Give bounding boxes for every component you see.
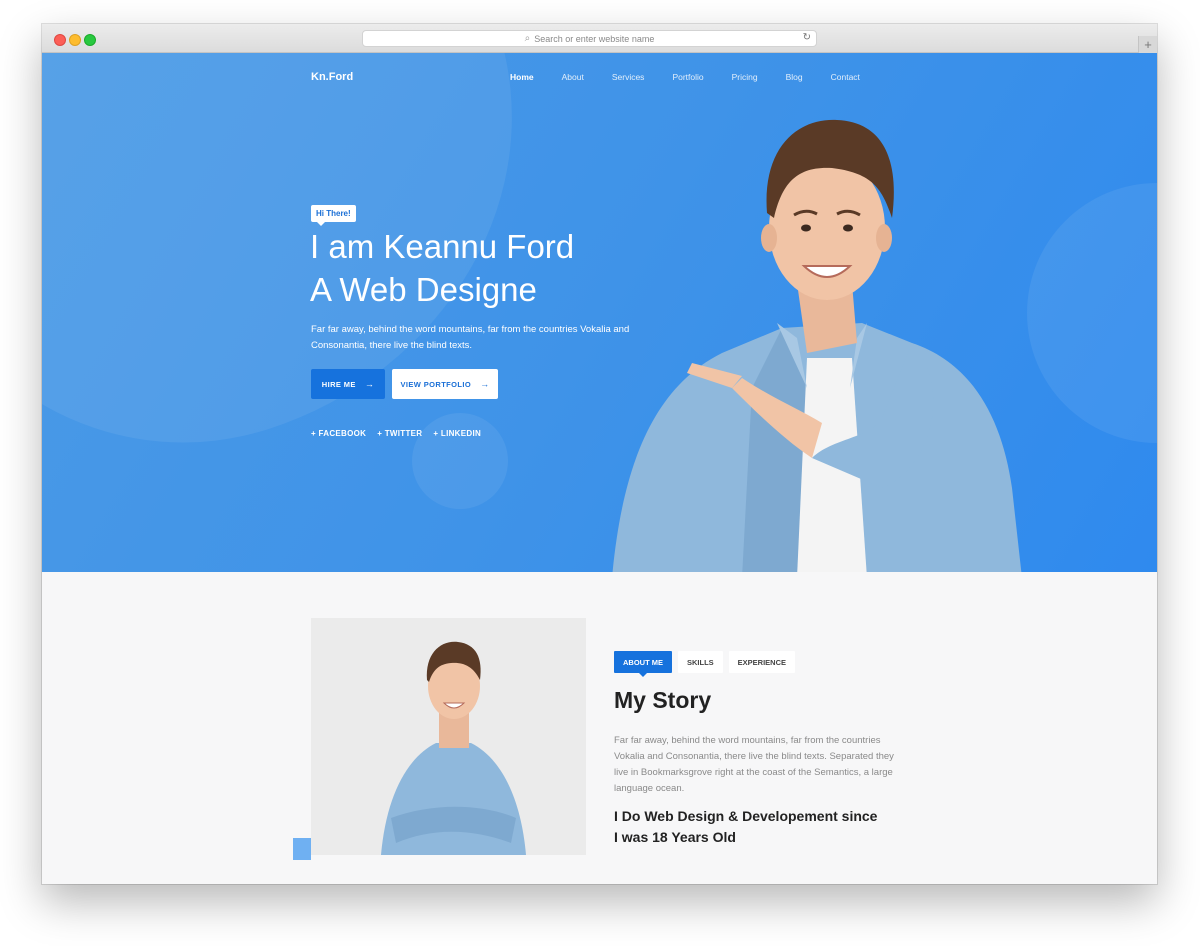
arrow-right-icon: → [364, 379, 375, 389]
tab-skills[interactable]: SKILLS [678, 651, 723, 673]
hire-me-button[interactable]: HIRE ME → [311, 369, 385, 399]
accent-bar [293, 838, 311, 860]
address-bar[interactable]: ⌕ Search or enter website name ↻ [362, 30, 817, 47]
nav-item-about[interactable]: About [562, 72, 584, 82]
social-link-facebook[interactable]: + FACEBOOK [311, 429, 366, 438]
nav-item-home[interactable]: Home [510, 72, 534, 82]
about-portrait [381, 641, 526, 855]
tab-about-me[interactable]: ABOUT ME [614, 651, 672, 677]
about-tabs: ABOUT ME SKILLS EXPERIENCE [614, 651, 801, 677]
tab-experience[interactable]: EXPERIENCE [728, 651, 796, 673]
reload-icon[interactable]: ↻ [803, 32, 811, 43]
search-icon: ⌕ [524, 33, 531, 44]
arrow-right-icon: → [480, 379, 490, 389]
hero-portrait [612, 119, 1022, 572]
social-link-twitter[interactable]: + TWITTER [377, 429, 422, 438]
hire-me-label: HIRE ME [321, 379, 356, 389]
close-window-button[interactable] [54, 34, 66, 46]
social-link-linkedin[interactable]: + LINKEDIN [433, 429, 481, 438]
browser-titlebar: ⌕ Search or enter website name ↻ + [42, 24, 1157, 53]
new-tab-button[interactable]: + [1138, 36, 1157, 53]
decorative-circle [412, 413, 508, 509]
browser-window: ⌕ Search or enter website name ↻ + Kn.Fo… [42, 24, 1157, 884]
nav-item-pricing[interactable]: Pricing [732, 72, 758, 82]
main-nav: Home About Services Portfolio Pricing Bl… [510, 72, 888, 82]
nav-item-contact[interactable]: Contact [831, 72, 860, 82]
nav-item-services[interactable]: Services [612, 72, 645, 82]
nav-item-portfolio[interactable]: Portfolio [672, 72, 703, 82]
maximize-window-button[interactable] [84, 34, 96, 46]
social-links: + FACEBOOK + TWITTER + LINKEDIN [311, 429, 492, 438]
about-photo [311, 618, 586, 855]
view-portfolio-button[interactable]: VIEW PORTFOLIO → [392, 369, 498, 399]
minimize-window-button[interactable] [69, 34, 81, 46]
nav-item-blog[interactable]: Blog [786, 72, 803, 82]
site-logo[interactable]: Kn.Ford [311, 71, 353, 83]
story-description: Far far away, behind the word mountains,… [614, 735, 894, 794]
view-portfolio-label: VIEW PORTFOLIO [400, 379, 472, 389]
hero-section: Kn.Ford Home About Services Portfolio Pr… [42, 53, 1157, 572]
story-title: My Story [614, 687, 712, 713]
greeting-badge: Hi There! [311, 205, 356, 226]
story-subtitle: I Do Web Design & Developement since I w… [614, 808, 878, 845]
decorative-circle [1027, 183, 1157, 443]
address-placeholder: Search or enter website name [534, 33, 655, 44]
